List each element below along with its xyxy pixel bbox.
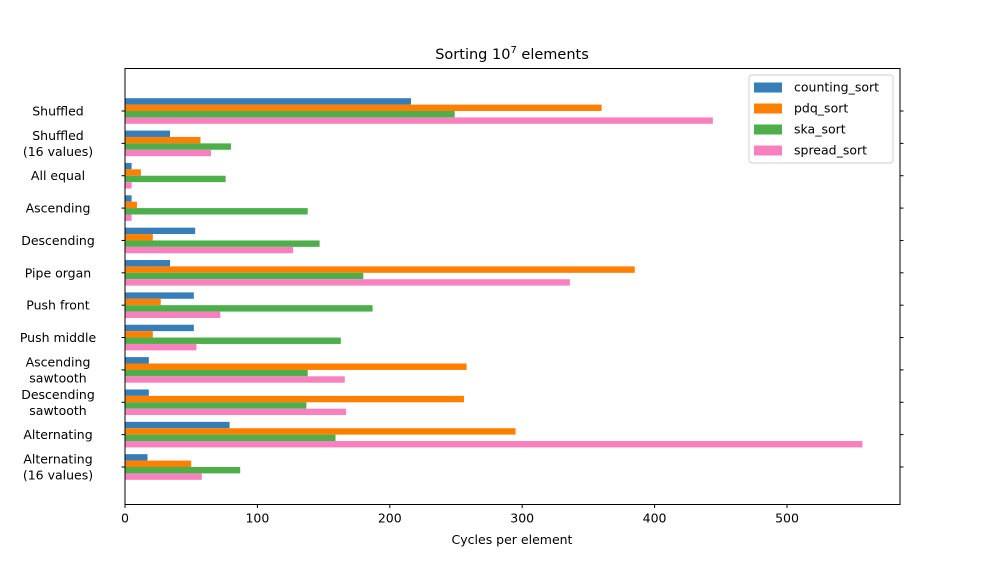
y-tick-label: sawtooth — [29, 370, 86, 385]
bar-counting_sort-10 — [125, 421, 230, 429]
bar-pdq_sort-2 — [125, 169, 141, 176]
bar-spread_sort-3 — [125, 214, 132, 221]
bar-pdq_sort-3 — [125, 201, 137, 209]
y-tick-label: Push middle — [20, 330, 97, 345]
bar-spread_sort-6 — [125, 311, 221, 318]
bar-pdq_sort-11 — [125, 460, 192, 467]
bar-spread_sort-2 — [125, 182, 132, 189]
legend-swatch-counting_sort — [754, 82, 782, 93]
bar-counting_sort-2 — [125, 162, 132, 170]
y-tick-label: Descending — [21, 387, 95, 402]
bar-counting_sort-4 — [125, 227, 196, 235]
bar-pdq_sort-5 — [125, 266, 635, 273]
bar-ska_sort-7 — [125, 337, 341, 344]
y-tick-label: Alternating — [23, 452, 92, 467]
bar-ska_sort-11 — [125, 467, 241, 474]
bar-pdq_sort-6 — [125, 298, 161, 306]
bar-pdq_sort-0 — [125, 104, 602, 111]
legend-swatch-spread_sort — [754, 145, 782, 156]
bar-spread_sort-11 — [125, 473, 202, 480]
legend-swatch-pdq_sort — [754, 103, 782, 114]
y-tick-label: All equal — [31, 168, 85, 183]
bar-spread_sort-1 — [125, 149, 212, 157]
x-tick-label: 400 — [643, 511, 667, 526]
bar-ska_sort-2 — [125, 175, 226, 183]
y-tick-label: Alternating — [23, 427, 92, 442]
bar-pdq_sort-1 — [125, 136, 201, 144]
legend-label-pdq_sort: pdq_sort — [794, 101, 848, 116]
bar-ska_sort-1 — [125, 143, 231, 150]
bar-spread_sort-10 — [125, 441, 863, 448]
bar-ska_sort-3 — [125, 208, 308, 215]
x-tick-label: 300 — [510, 511, 534, 526]
bar-counting_sort-0 — [125, 98, 411, 105]
y-tick-label: Shuffled — [32, 104, 84, 119]
legend-label-counting_sort: counting_sort — [794, 80, 879, 95]
y-tick-label: Ascending — [26, 201, 91, 216]
bar-pdq_sort-4 — [125, 234, 153, 241]
y-tick-label: (16 values) — [23, 144, 93, 159]
bar-spread_sort-7 — [125, 343, 197, 351]
y-tick-label: Pipe organ — [25, 265, 91, 280]
legend-swatch-ska_sort — [754, 124, 782, 135]
bar-ska_sort-10 — [125, 434, 336, 442]
bar-ska_sort-6 — [125, 305, 373, 312]
x-tick-label: 500 — [775, 511, 799, 526]
bar-ska_sort-8 — [125, 369, 308, 377]
x-tick-label: 200 — [378, 511, 402, 526]
bar-pdq_sort-9 — [125, 395, 464, 403]
y-tick-label: Descending — [21, 233, 95, 248]
bar-pdq_sort-7 — [125, 331, 153, 338]
sorting-chart: Sorting 107 elements ShuffledShuffled(16… — [20, 45, 904, 547]
y-tick-label: sawtooth — [29, 403, 86, 418]
x-axis-label: Cycles per element — [452, 532, 573, 547]
bar-ska_sort-0 — [125, 111, 455, 118]
x-axis: 0 100 200 300 400 500 — [121, 504, 799, 526]
bar-spread_sort-4 — [125, 246, 294, 254]
legend-label-ska_sort: ska_sort — [794, 122, 846, 137]
bar-counting_sort-9 — [125, 389, 149, 396]
bar-pdq_sort-8 — [125, 363, 467, 370]
bar-counting_sort-6 — [125, 292, 194, 299]
bar-pdq_sort-10 — [125, 428, 516, 435]
bar-spread_sort-8 — [125, 376, 345, 383]
bar-ska_sort-9 — [125, 402, 307, 409]
y-tick-label: (16 values) — [23, 468, 93, 483]
legend-label-spread_sort: spread_sort — [794, 143, 867, 158]
bar-spread_sort-5 — [125, 279, 570, 286]
bar-ska_sort-5 — [125, 272, 364, 280]
bar-counting_sort-11 — [125, 454, 148, 461]
legend: counting_sort pdq_sort ska_sort spread_sort — [748, 74, 894, 164]
bar-counting_sort-1 — [125, 130, 171, 137]
y-tick-label: Shuffled — [32, 128, 84, 143]
bar-ska_sort-4 — [125, 240, 320, 247]
bar-spread_sort-9 — [125, 408, 347, 416]
y-tick-label: Ascending — [26, 354, 91, 369]
y-tick-label: Push front — [26, 298, 89, 313]
bar-counting_sort-5 — [125, 260, 171, 267]
bar-counting_sort-8 — [125, 357, 149, 364]
bar-counting_sort-7 — [125, 324, 194, 332]
chart-title: Sorting 107 elements — [435, 45, 589, 63]
bar-spread_sort-0 — [125, 117, 713, 124]
x-tick-label: 100 — [245, 511, 269, 526]
bar-counting_sort-3 — [125, 195, 132, 202]
x-tick-label: 0 — [121, 511, 129, 526]
